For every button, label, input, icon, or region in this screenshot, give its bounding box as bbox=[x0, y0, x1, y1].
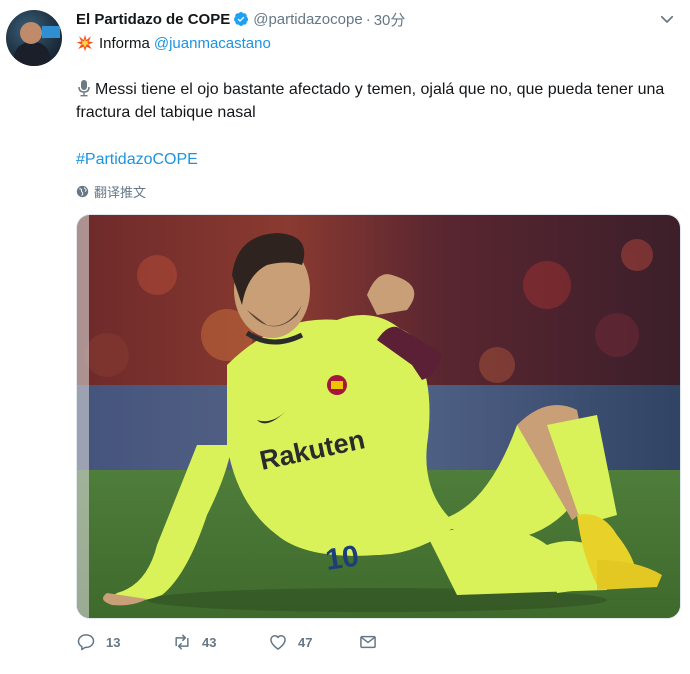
retweet-button[interactable]: 43 bbox=[172, 632, 268, 652]
avatar[interactable] bbox=[6, 10, 62, 66]
verified-badge-icon bbox=[234, 12, 249, 26]
reply-count: 13 bbox=[106, 634, 121, 650]
globe-icon bbox=[76, 185, 89, 198]
display-name[interactable]: El Partidazo de COPE bbox=[76, 11, 230, 28]
retweet-icon bbox=[175, 634, 189, 650]
collision-icon bbox=[76, 34, 94, 52]
separator: · bbox=[365, 10, 371, 28]
reply-icon bbox=[77, 634, 95, 651]
tweet: El Partidazo de COPE @partidazocope · 30… bbox=[0, 0, 690, 674]
tweet-body: Messi tiene el ojo bastante afectado y t… bbox=[76, 81, 665, 121]
translate-tweet-link[interactable]: 翻译推文 bbox=[76, 182, 146, 201]
hashtag-link[interactable]: #PartidazoCOPE bbox=[76, 151, 198, 169]
like-button[interactable]: 47 bbox=[268, 632, 358, 652]
heart-icon bbox=[270, 635, 286, 650]
tweet-text: Messi tiene el ojo bastante afectado y t… bbox=[76, 78, 676, 124]
handle[interactable]: @partidazocope bbox=[253, 11, 362, 28]
direct-message-button[interactable] bbox=[358, 632, 378, 652]
reply-button[interactable]: 13 bbox=[76, 632, 172, 652]
tweet-photo[interactable]: Rakuten 10 bbox=[76, 214, 681, 619]
tweet-header: El Partidazo de COPE @partidazocope · 30… bbox=[76, 9, 405, 29]
translate-label: 翻译推文 bbox=[94, 185, 147, 200]
shirt-number: 10 bbox=[323, 540, 361, 577]
informa-line: Informa @juanmacastano bbox=[76, 34, 271, 52]
timestamp[interactable]: 30分 bbox=[374, 9, 406, 30]
microphone-icon bbox=[78, 80, 90, 97]
retweet-count: 43 bbox=[202, 634, 217, 650]
like-count: 47 bbox=[298, 634, 313, 650]
informa-label: Informa bbox=[99, 34, 150, 52]
tweet-actions: 13 43 47 bbox=[76, 632, 378, 652]
chevron-down-icon[interactable] bbox=[658, 10, 676, 28]
mention-link[interactable]: @juanmacastano bbox=[154, 35, 271, 52]
envelope-icon bbox=[360, 635, 376, 649]
